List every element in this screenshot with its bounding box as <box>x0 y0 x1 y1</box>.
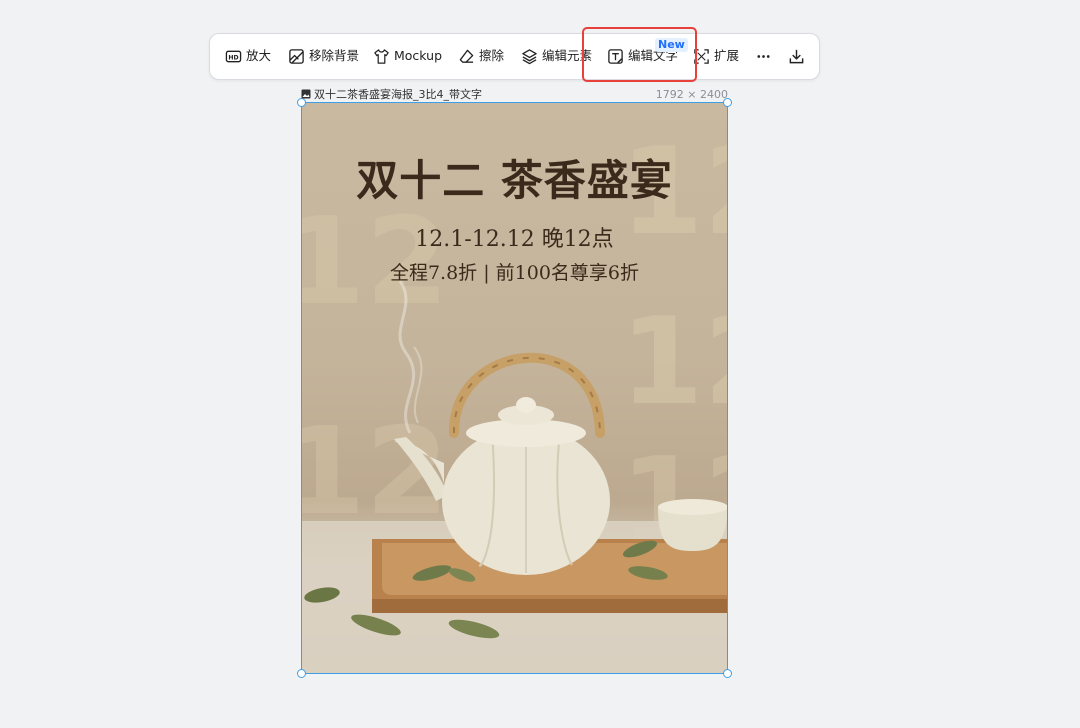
poster-offer-line: 全程7.8折 | 前100名尊享6折 <box>389 262 640 284</box>
text-edit-icon <box>608 49 623 64</box>
image-toolbar: HD 放大 移除背景 Mockup 擦除 编辑元素 编辑文字 扩展 <box>209 33 820 80</box>
more-button[interactable] <box>755 34 772 79</box>
bg-numeral: 12 <box>620 293 727 432</box>
resize-handle-bottom-left[interactable] <box>297 669 306 678</box>
expand-icon <box>694 49 709 64</box>
new-badge: New <box>655 38 688 52</box>
edit-text-label: 编辑文字 <box>628 48 679 64</box>
poster-date-line: 12.1-12.12 晚12点 <box>415 227 614 252</box>
remove-background-button[interactable]: 移除背景 <box>288 34 359 79</box>
resize-handle-top-left[interactable] <box>297 98 306 107</box>
file-name-text: 双十二茶香盛宴海报_3比4_带文字 <box>314 88 482 101</box>
file-dimensions: 1792 × 2400 <box>655 87 728 101</box>
mockup-label: Mockup <box>394 48 443 64</box>
erase-button[interactable]: 擦除 <box>458 34 504 79</box>
mockup-button[interactable]: Mockup <box>373 34 442 79</box>
tshirt-icon <box>374 49 389 64</box>
hd-upscale-icon: HD <box>225 50 242 63</box>
upscale-button[interactable]: HD 放大 <box>225 34 271 79</box>
erase-label: 擦除 <box>479 48 505 64</box>
resize-handle-bottom-right[interactable] <box>723 669 732 678</box>
edit-elements-label: 编辑元素 <box>542 48 593 64</box>
poster-title: 双十二 茶香盛宴 <box>356 156 673 205</box>
selected-image[interactable]: 12 12 12 12 12 <box>301 102 728 674</box>
more-icon <box>757 55 770 58</box>
upscale-label: 放大 <box>246 48 272 64</box>
poster-image: 12 12 12 12 12 <box>302 103 727 673</box>
expand-button[interactable]: 扩展 <box>693 34 739 79</box>
edit-elements-button[interactable]: 编辑元素 <box>521 34 592 79</box>
eraser-icon <box>459 49 474 63</box>
download-icon <box>789 49 804 64</box>
svg-text:HD: HD <box>228 54 238 61</box>
file-name: 双十二茶香盛宴海报_3比4_带文字 <box>301 86 482 102</box>
resize-handle-top-right[interactable] <box>723 98 732 107</box>
file-caption: 双十二茶香盛宴海报_3比4_带文字 1792 × 2400 <box>301 87 728 101</box>
expand-label: 扩展 <box>714 48 740 64</box>
remove-background-label: 移除背景 <box>309 48 360 64</box>
download-button[interactable] <box>788 34 805 79</box>
layers-icon <box>522 49 537 65</box>
remove-background-icon <box>289 49 304 64</box>
